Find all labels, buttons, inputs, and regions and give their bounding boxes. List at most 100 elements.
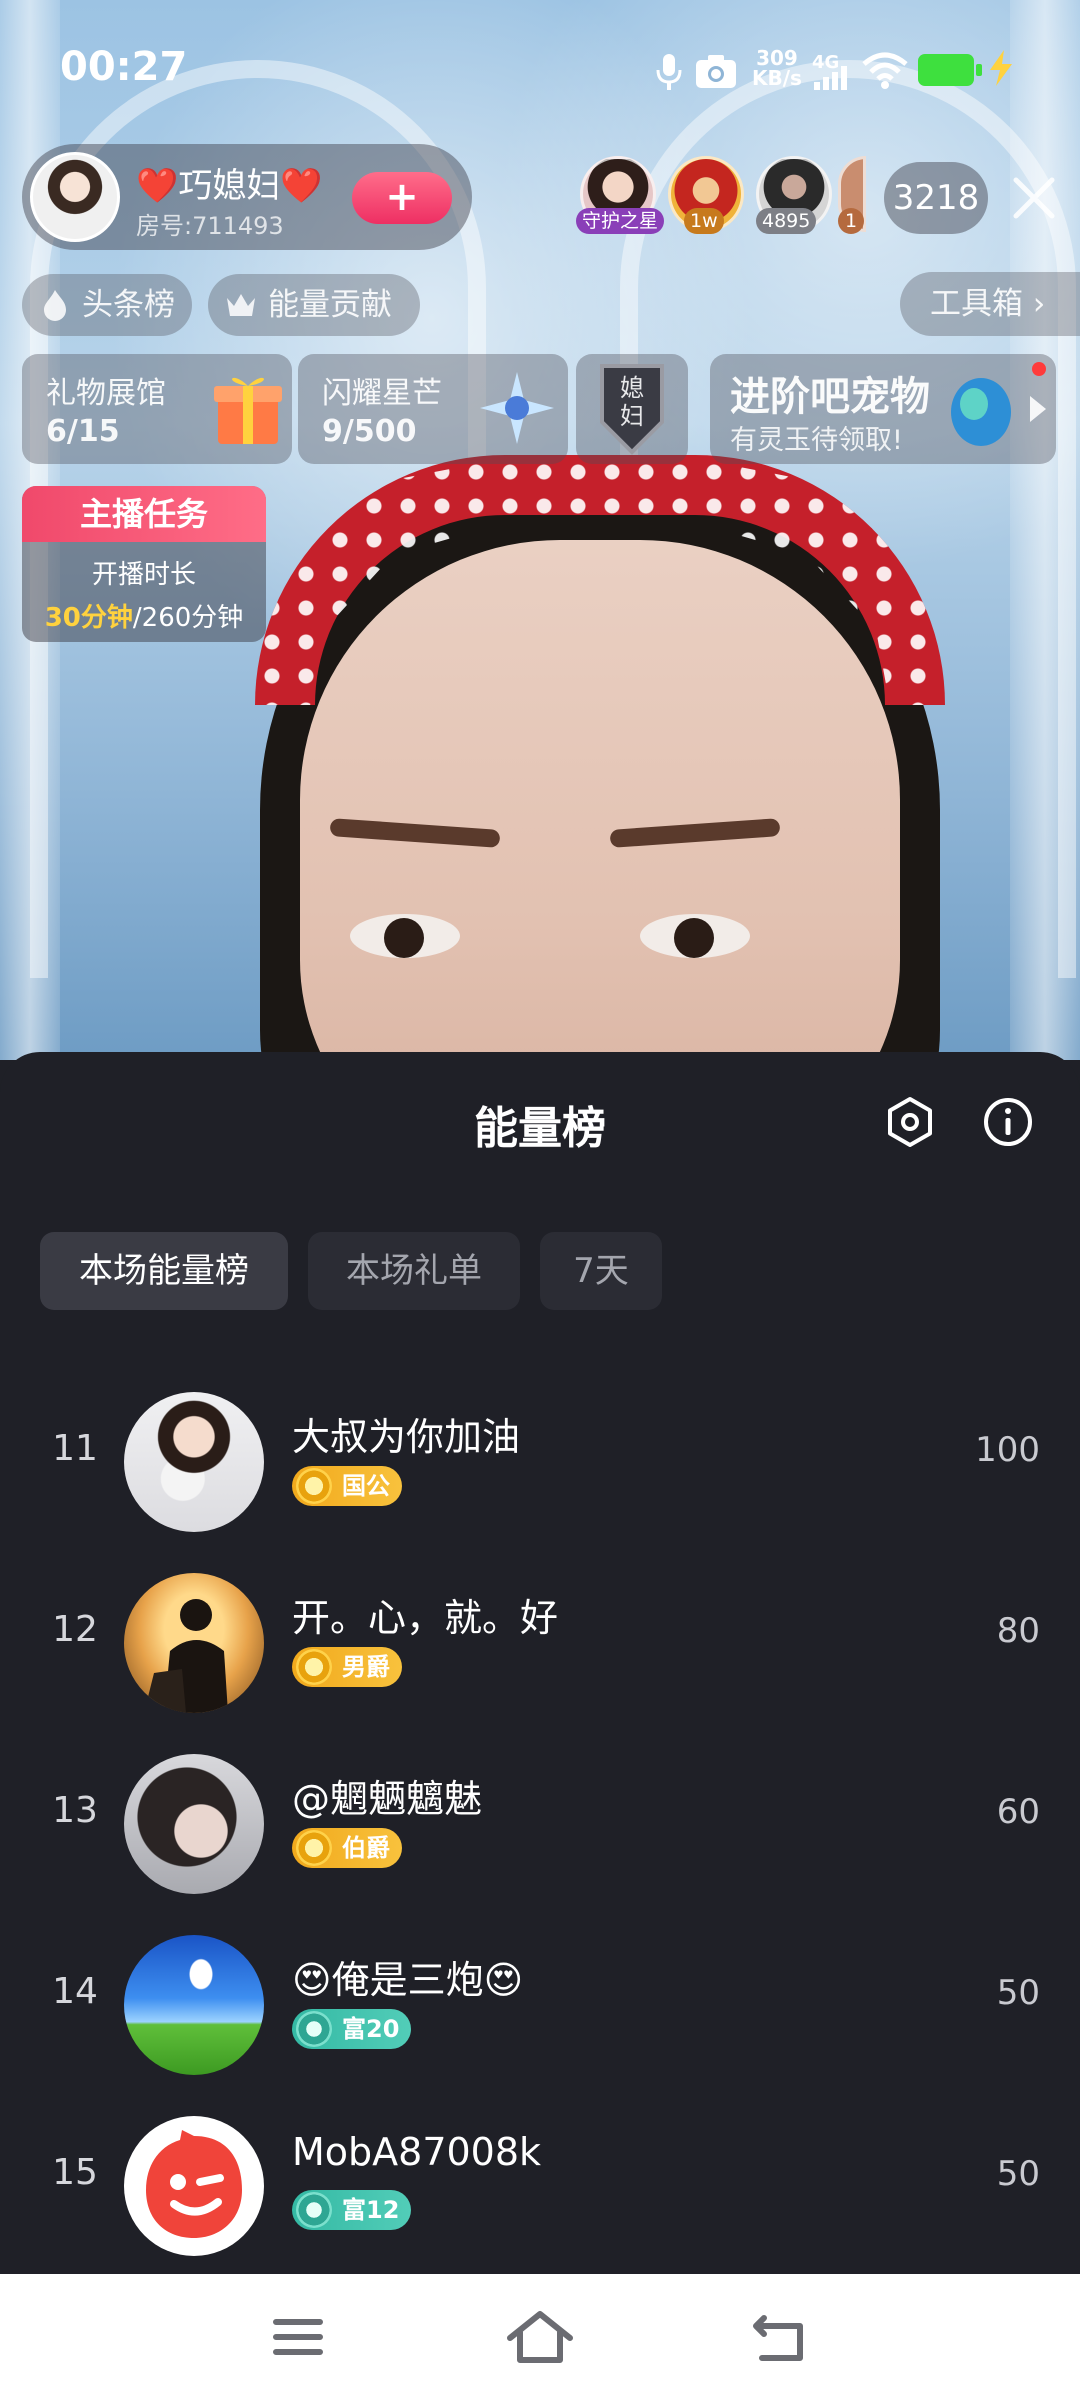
badge-label: 富12	[342, 2196, 400, 2224]
net-speed-unit: KB/s	[752, 66, 802, 90]
net-speed-value: 309	[756, 46, 798, 70]
user-avatar[interactable]	[124, 2116, 264, 2256]
badge-icon	[296, 2192, 332, 2228]
badge-label: 国公	[342, 1472, 390, 1500]
user-name: MobA87008k	[292, 2130, 542, 2174]
badge-icon	[296, 2011, 332, 2047]
user-name: 开。心，就。好	[292, 1596, 559, 1640]
default-avatar-graphic	[146, 2130, 242, 2238]
user-name: @魍魉魑魅	[292, 1777, 483, 1821]
energy-leaderboard-sheet: 能量榜 本场能量榜 本场礼单 7天 11 大叔为你加油 国公 100 12 开。…	[0, 1052, 1080, 2274]
rank-number: 11	[52, 1428, 98, 1469]
pet-card[interactable]: 进阶吧宠物 有灵玉待领取!	[710, 354, 1056, 464]
star-card[interactable]: 闪耀星芒 9/500	[298, 354, 568, 464]
level-badge: 国公	[292, 1466, 402, 1506]
headline-rank-label: 头条榜	[82, 287, 175, 323]
viewer-tag: 4895	[756, 208, 817, 234]
badge-icon	[296, 1649, 332, 1685]
close-icon[interactable]	[1004, 168, 1064, 228]
home-icon[interactable]	[500, 2304, 580, 2370]
gift-hall-title: 礼物展馆	[46, 376, 166, 411]
rank-row[interactable]: 12 开。心，就。好 男爵 80	[0, 1563, 1080, 1723]
level-badge: 男爵	[292, 1647, 402, 1687]
rank-row[interactable]: 13 @魍魉魑魅 伯爵 60	[0, 1744, 1080, 1904]
tab-session-energy[interactable]: 本场能量榜	[40, 1232, 288, 1310]
badge-icon	[296, 1468, 332, 1504]
energy-score: 60	[996, 1792, 1040, 1832]
viewer-tag: 1w	[684, 208, 724, 234]
rank-number: 14	[52, 1971, 98, 2012]
bg-pillar	[1010, 0, 1080, 1060]
gift-box-icon	[214, 377, 282, 444]
camera-icon	[696, 55, 736, 88]
pet-egg-icon	[951, 378, 1011, 446]
system-nav-bar	[0, 2274, 1080, 2400]
viewer-tag: 守护之星	[576, 208, 665, 234]
status-time: 00:27	[60, 44, 188, 90]
title-badge-text: 媳妇	[620, 374, 644, 430]
notification-dot	[1032, 362, 1046, 376]
battery-icon	[918, 54, 982, 86]
pet-subtitle: 有灵玉待领取!	[730, 425, 903, 456]
status-left-icons	[654, 52, 738, 92]
pet-title: 进阶吧宠物	[730, 374, 930, 420]
user-name: 😍俺是三炮😍	[292, 1958, 524, 2002]
net-speed: 309 KB/s	[752, 48, 802, 88]
rank-row[interactable]: 14 😍俺是三炮😍 富20 50	[0, 1925, 1080, 2085]
gift-hall-card[interactable]: 礼物展馆 6/15	[22, 354, 292, 464]
task-current: 30分钟	[44, 603, 133, 633]
tab-session-gifts[interactable]: 本场礼单	[308, 1232, 520, 1310]
user-name: 大叔为你加油	[292, 1415, 521, 1459]
streamer-name: ❤️巧媳妇❤️	[136, 166, 323, 206]
top-viewers[interactable]: 守护之星 1w 4895 1	[576, 156, 866, 236]
menu-icon[interactable]	[258, 2304, 338, 2370]
rank-row[interactable]: 15 MobA87008k 富12 50	[0, 2106, 1080, 2266]
star-value: 9/500	[322, 414, 417, 449]
headline-rank-chip[interactable]: 头条榜	[22, 274, 192, 336]
toolbox-button[interactable]: 工具箱 ›	[900, 272, 1080, 336]
star-title: 闪耀星芒	[322, 376, 442, 411]
title-badge-card[interactable]: 媳妇	[576, 354, 688, 464]
info-icon[interactable]	[982, 1096, 1034, 1148]
viewer-tag: 1	[838, 208, 864, 234]
user-avatar[interactable]	[124, 1754, 264, 1894]
energy-score: 50	[996, 1973, 1040, 2013]
rank-number: 12	[52, 1609, 98, 1650]
silhouette-graphic	[144, 1599, 228, 1713]
gift-hall-value: 6/15	[46, 414, 120, 449]
streamer-task-card[interactable]: 主播任务 开播时长 30分钟/260分钟	[22, 486, 266, 642]
rank-number: 15	[52, 2152, 98, 2193]
streamer-info[interactable]: ❤️巧媳妇❤️ 房号:711493 +	[22, 144, 472, 250]
back-icon[interactable]	[742, 2304, 822, 2370]
crown-icon	[227, 294, 255, 316]
user-avatar[interactable]	[124, 1392, 264, 1532]
viewer-count[interactable]: 3218	[884, 162, 988, 234]
settings-icon[interactable]	[884, 1096, 936, 1148]
right-eye	[640, 914, 750, 958]
badge-label: 男爵	[342, 1653, 390, 1681]
task-title: 主播任务	[22, 486, 266, 542]
badge-icon	[296, 1830, 332, 1866]
energy-score: 100	[975, 1430, 1040, 1470]
chevron-right-icon	[1030, 396, 1046, 422]
signal-icon	[814, 66, 847, 90]
charging-icon	[990, 50, 1012, 86]
energy-contribution-chip[interactable]: 能量贡献	[208, 274, 420, 336]
tab-7-days[interactable]: 7天	[540, 1232, 662, 1310]
app-root: 00:27 309 KB/s 4G ❤️巧媳妇❤️ 房号:711493 + 守护…	[0, 0, 1080, 2400]
rank-number: 13	[52, 1790, 98, 1831]
star-icon	[480, 372, 554, 444]
task-progress: 30分钟/260分钟	[22, 597, 266, 634]
user-avatar[interactable]	[124, 1935, 264, 2075]
user-avatar[interactable]	[124, 1573, 264, 1713]
follow-button[interactable]: +	[352, 172, 452, 224]
task-label: 开播时长	[91, 560, 196, 590]
energy-score: 80	[996, 1611, 1040, 1651]
streamer-avatar[interactable]	[30, 152, 120, 242]
wealth-badge: 富20	[292, 2009, 412, 2049]
energy-contribution-label: 能量贡献	[268, 287, 392, 323]
rank-row[interactable]: 11 大叔为你加油 国公 100	[0, 1382, 1080, 1542]
energy-score: 50	[996, 2154, 1040, 2194]
flame-icon	[44, 290, 66, 321]
task-total: /260分钟	[132, 603, 244, 633]
